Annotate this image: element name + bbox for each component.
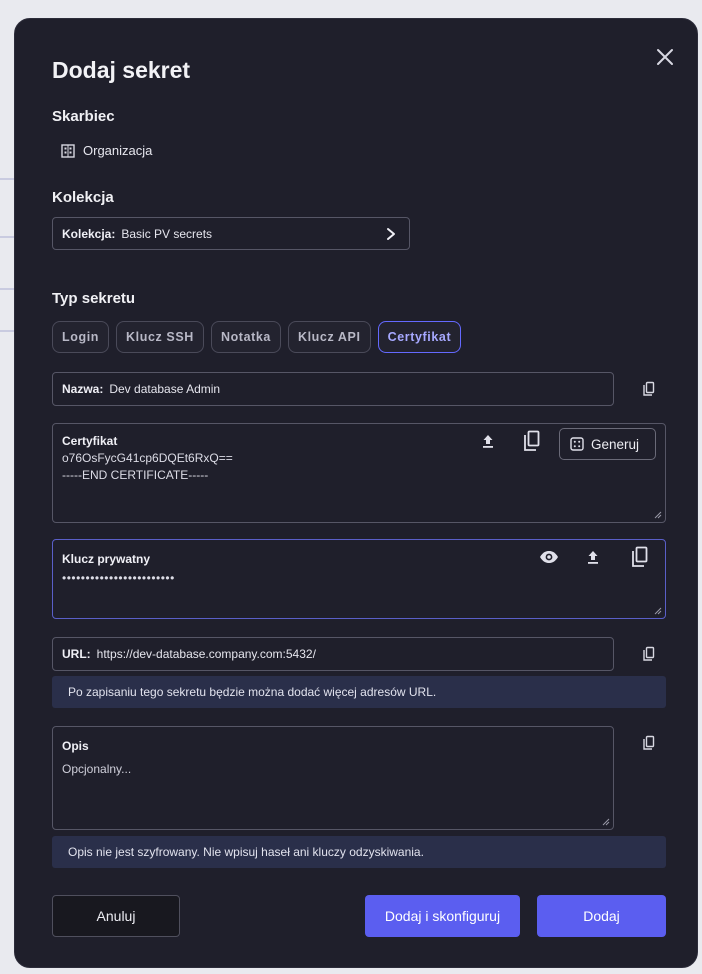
chevron-right-icon [387, 228, 395, 240]
copy-url-button[interactable] [641, 646, 657, 662]
chip-login[interactable]: Login [52, 321, 110, 353]
copy-key-button[interactable] [630, 546, 650, 573]
building-icon [61, 143, 75, 158]
chip-ssh-key[interactable]: Klucz SSH [116, 321, 204, 353]
secret-type-label: Typ sekretu [52, 290, 136, 307]
name-field-label: Nazwa: [62, 382, 104, 396]
resize-handle-icon[interactable] [654, 607, 662, 615]
collection-selector[interactable]: Kolekcja: Basic PV secrets [52, 217, 410, 250]
certificate-value: o76OsFycG41cp6DQEt6RxQ== -----END CERTIF… [62, 451, 233, 482]
resize-handle-icon[interactable] [602, 818, 610, 826]
copy-icon [643, 646, 655, 661]
certificate-textarea[interactable]: Certyfikat o76OsFycG41cp6DQEt6RxQ== ----… [52, 423, 666, 523]
close-icon [657, 49, 673, 65]
cancel-button[interactable]: Anuluj [52, 895, 180, 937]
dice-icon [570, 437, 584, 451]
chip-certificate[interactable]: Certyfikat [377, 321, 462, 353]
secret-type-chips: Login Klucz SSH Notatka Klucz API Certyf… [52, 321, 462, 353]
description-label: Opis [62, 739, 89, 753]
vault-value: Organizacja [61, 143, 152, 158]
copy-icon [643, 735, 655, 750]
copy-icon [524, 430, 540, 451]
vault-name: Organizacja [83, 143, 153, 158]
add-button[interactable]: Dodaj [537, 895, 666, 937]
eye-icon [540, 551, 558, 563]
generate-button[interactable]: Generuj [559, 428, 656, 460]
resize-handle-icon[interactable] [654, 511, 662, 519]
description-textarea[interactable]: Opis Opcjonalny... [52, 726, 614, 830]
dialog-title: Dodaj sekret [52, 57, 191, 83]
upload-certificate-button[interactable] [481, 433, 495, 454]
url-field[interactable]: URL: https://dev-database.company.com:54… [52, 637, 614, 671]
toggle-visibility-button[interactable] [539, 550, 559, 569]
url-field-value: https://dev-database.company.com:5432/ [96, 647, 316, 661]
copy-name-button[interactable] [641, 381, 657, 397]
private-key-textarea[interactable]: Klucz prywatny •••••••••••••••••••••••• [52, 539, 666, 619]
name-field-value: Dev database Admin [109, 382, 221, 396]
chip-note[interactable]: Notatka [210, 321, 281, 353]
collection-field-label: Kolekcja: [62, 226, 116, 241]
copy-description-button[interactable] [641, 735, 657, 751]
url-info-box: Po zapisaniu tego sekretu będzie można d… [52, 676, 666, 708]
private-key-value: •••••••••••••••••••••••• [62, 571, 175, 585]
name-field[interactable]: Nazwa: Dev database Admin [52, 372, 614, 406]
close-button[interactable] [653, 45, 677, 69]
certificate-label: Certyfikat [62, 434, 118, 448]
collection-label: Kolekcja [52, 189, 114, 206]
copy-icon [632, 546, 648, 567]
copy-certificate-button[interactable] [522, 430, 542, 457]
upload-key-button[interactable] [586, 549, 600, 570]
chip-api-key[interactable]: Klucz API [287, 321, 371, 353]
private-key-label: Klucz prywatny [62, 552, 151, 566]
description-info-box: Opis nie jest szyfrowany. Nie wpisuj has… [52, 836, 666, 868]
copy-icon [643, 381, 655, 396]
vault-label: Skarbiec [52, 108, 115, 125]
url-field-label: URL: [62, 647, 91, 661]
upload-icon [483, 435, 493, 448]
description-placeholder: Opcjonalny... [62, 762, 132, 776]
generate-label: Generuj [591, 436, 640, 452]
add-and-configure-button[interactable]: Dodaj i skonfiguruj [365, 895, 520, 937]
add-secret-dialog: Dodaj sekret Skarbiec Organizacja Kolekc… [14, 18, 698, 968]
upload-icon [588, 551, 598, 564]
collection-field-value: Basic PV secrets [121, 226, 213, 241]
